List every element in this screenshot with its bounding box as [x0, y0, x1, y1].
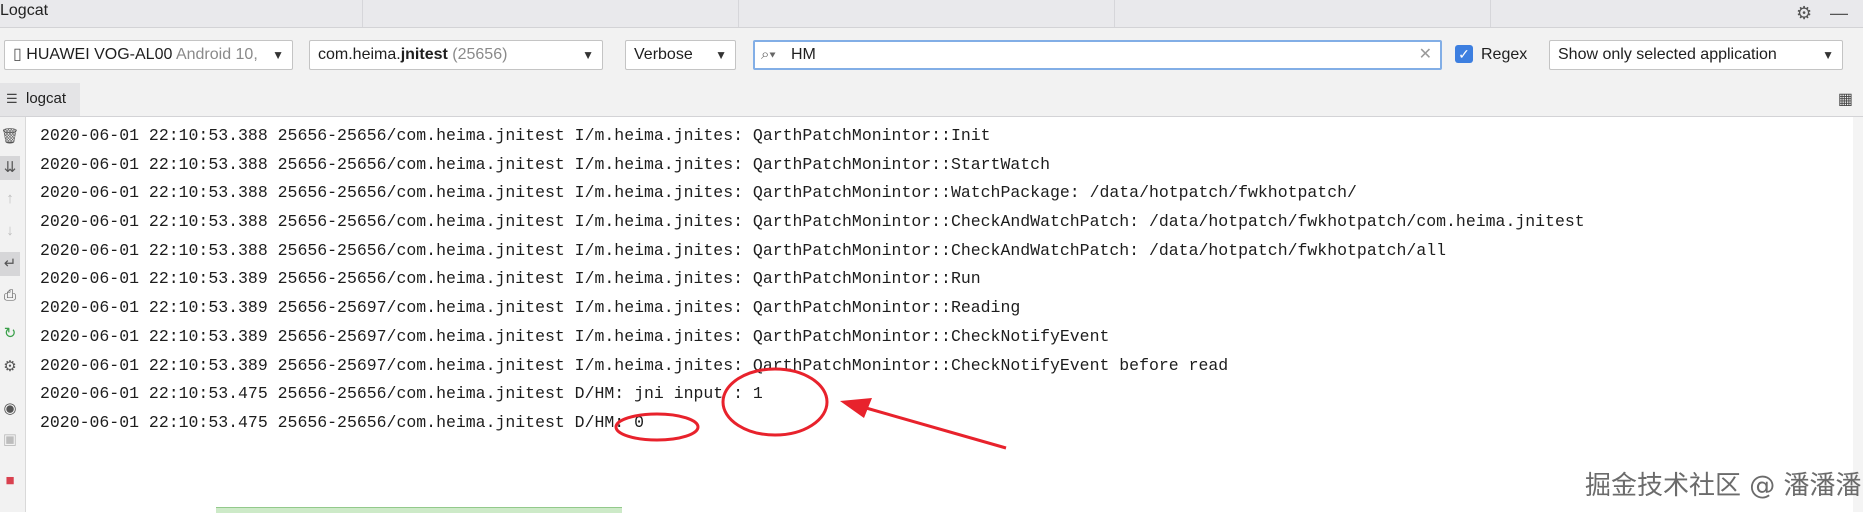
annotation-overlay [614, 367, 1007, 450]
annotation-ellipse-small [614, 412, 700, 442]
annotation-ellipse-large [721, 367, 829, 437]
progress-strip [216, 507, 622, 513]
annotation-arrow [840, 398, 1007, 450]
watermark-text: 掘金技术社区 @ 潘潘潘 [1585, 471, 1862, 501]
